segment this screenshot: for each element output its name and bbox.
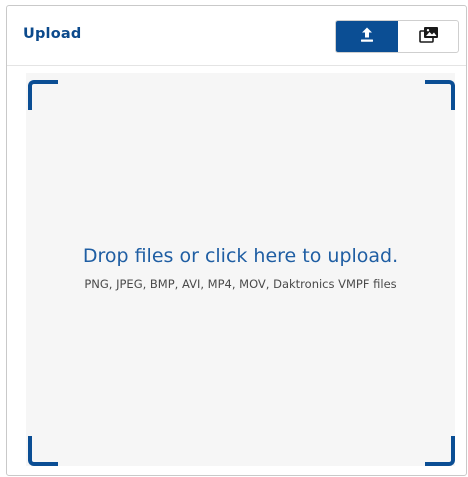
corner-bracket-bottom-left xyxy=(28,436,58,466)
corner-bracket-bottom-right xyxy=(425,436,455,466)
media-library-toggle-button[interactable] xyxy=(398,21,458,52)
upload-icon xyxy=(359,26,375,47)
media-library-icon xyxy=(419,26,439,47)
panel-header: Upload xyxy=(7,6,466,66)
supported-file-types: PNG, JPEG, BMP, AVI, MP4, MOV, Daktronic… xyxy=(84,277,397,291)
corner-bracket-top-right xyxy=(425,80,455,110)
upload-toggle-button[interactable] xyxy=(336,21,398,52)
source-toggle xyxy=(335,20,459,53)
drop-instruction: Drop files or click here to upload. xyxy=(82,245,399,267)
upload-panel: Upload Drop files or click here to uploa… xyxy=(6,5,467,476)
panel-title: Upload xyxy=(23,26,82,42)
corner-bracket-top-left xyxy=(28,80,58,110)
file-drop-zone[interactable]: Drop files or click here to upload. PNG,… xyxy=(26,73,455,466)
